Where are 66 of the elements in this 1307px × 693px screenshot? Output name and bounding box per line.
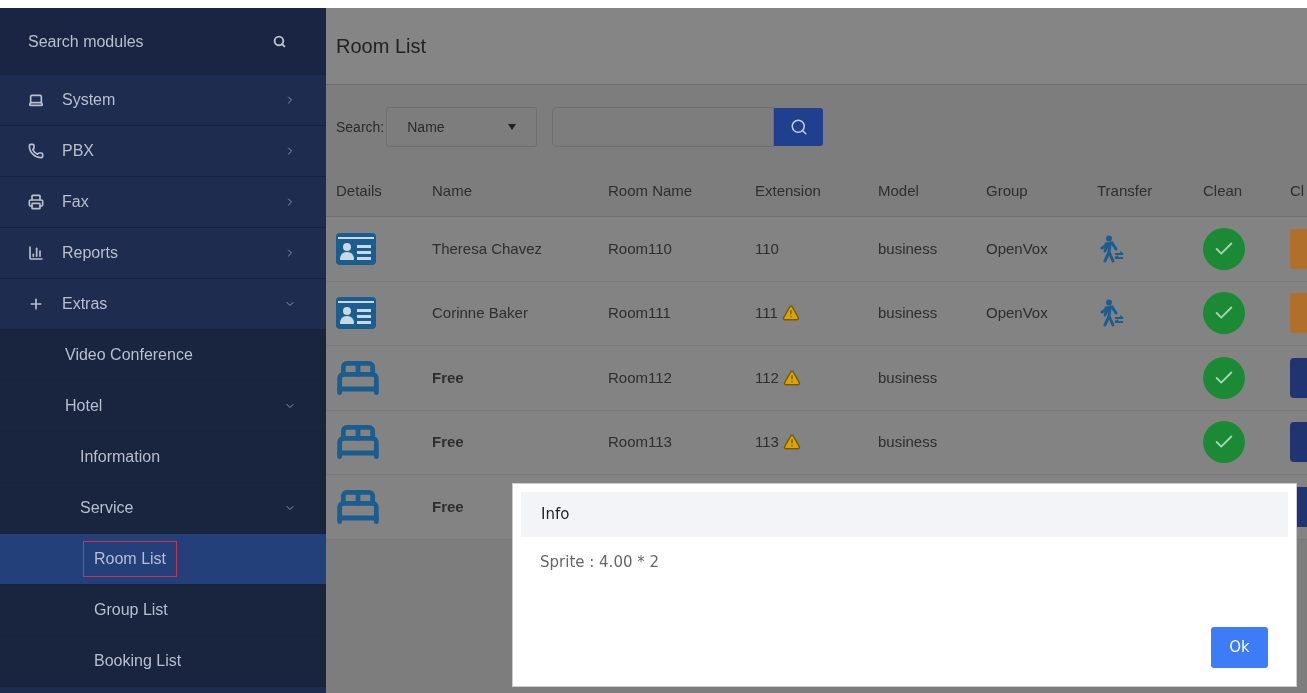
laptop-icon: [28, 92, 44, 108]
column-header: Name: [432, 181, 473, 202]
model: business: [878, 239, 938, 257]
room-name: Room110: [608, 239, 672, 257]
column-header: Cl: [1290, 181, 1306, 202]
item-label: PBX: [62, 141, 94, 161]
extension: 112: [755, 367, 779, 388]
item-label: Video Conference: [65, 345, 193, 365]
extension: 110: [755, 238, 779, 259]
column-header: Clean: [1203, 181, 1244, 202]
sidebar-item[interactable]: Room List: [0, 534, 326, 585]
plus-icon: [28, 296, 44, 312]
dialog-title: Info: [541, 504, 570, 526]
dropdown-triangle-icon: [508, 124, 517, 130]
group: OpenVox: [986, 239, 1048, 257]
room-name: Room112: [608, 368, 672, 386]
item-label: Reports: [62, 243, 119, 263]
model: business: [878, 304, 938, 321]
column-header: Model: [878, 181, 920, 202]
guest-name: Free: [432, 496, 464, 517]
ok-button[interactable]: Ok: [1211, 627, 1268, 668]
search-field[interactable]: Search modules: [28, 29, 228, 54]
phone-icon: [28, 143, 44, 159]
guest-name: Free: [432, 367, 464, 388]
sidebar-item[interactable]: Group List: [0, 585, 326, 636]
item-label: Hotel: [65, 396, 103, 416]
column-header: Room Name: [608, 181, 694, 202]
id-card-icon[interactable]: [336, 232, 376, 265]
column-header: Extension: [755, 181, 822, 202]
item-label: Fax: [62, 192, 89, 212]
sidebar-item[interactable]: Service: [0, 483, 326, 534]
item-label: Booking List: [94, 651, 182, 671]
column-header: Details: [336, 181, 383, 202]
column-header: Group: [986, 181, 1029, 202]
page-title: Room List: [336, 34, 427, 59]
item-label: Information: [80, 447, 161, 467]
item-label: Room List: [83, 541, 178, 577]
room-name: Room111: [608, 304, 671, 321]
item-label: System: [62, 90, 116, 110]
search-button[interactable]: [774, 108, 824, 146]
column-header: Transfer: [1097, 181, 1154, 202]
guest-name: Theresa Chavez: [432, 238, 543, 259]
sidebar-item[interactable]: Hotel: [0, 381, 326, 432]
item-label: Service: [80, 498, 134, 518]
guest-name: Free: [432, 432, 464, 452]
model: business: [878, 368, 938, 386]
room-name: Room113: [608, 433, 672, 450]
dialog-message: Sprite : 4.00 * 2: [540, 552, 661, 573]
sidebar-item[interactable]: Information: [0, 432, 326, 483]
id-card-icon[interactable]: [336, 297, 376, 330]
search-icon[interactable]: [273, 35, 286, 48]
guest-name: Corinne Baker: [432, 303, 528, 323]
field-select[interactable]: Name: [386, 107, 538, 147]
search-input[interactable]: [552, 107, 775, 147]
sidebar-item[interactable]: Booking List: [0, 636, 326, 687]
search-label: Search:: [336, 117, 385, 137]
item-label: Group List: [94, 600, 168, 620]
printer-icon: [28, 194, 44, 210]
search-icon: [789, 118, 808, 136]
extension: 111: [755, 303, 778, 323]
model: business: [878, 433, 938, 450]
bar-chart-icon: [28, 245, 44, 261]
extension: 113: [755, 432, 779, 452]
item-label: Extras: [62, 294, 108, 314]
group: OpenVox: [986, 304, 1048, 321]
sidebar-item[interactable]: Video Conference: [0, 330, 326, 381]
